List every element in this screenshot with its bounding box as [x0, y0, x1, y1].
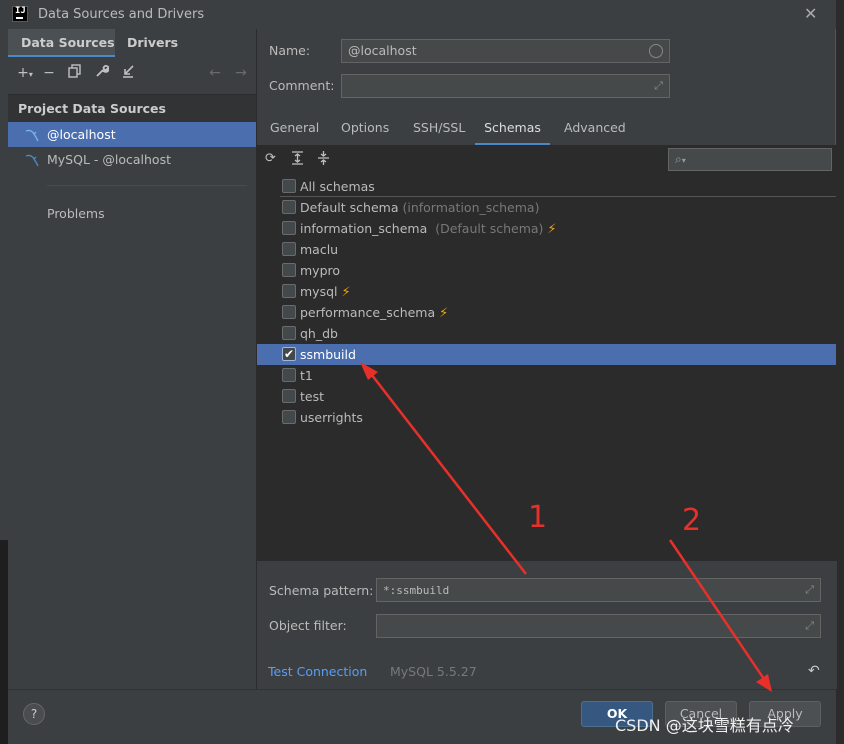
annotation-step-1: 1 — [528, 500, 548, 535]
annotation-step-2: 2 — [682, 503, 702, 538]
annotation-arrow-2 — [668, 539, 768, 683]
annotation-arrowhead-1 — [360, 362, 378, 380]
annotation-arrows — [360, 362, 772, 692]
annotation-arrow-1 — [367, 369, 527, 575]
csdn-watermark: CSDN @这块雪糕有点冷 — [615, 716, 794, 735]
annotation-arrowhead-2 — [756, 674, 772, 692]
